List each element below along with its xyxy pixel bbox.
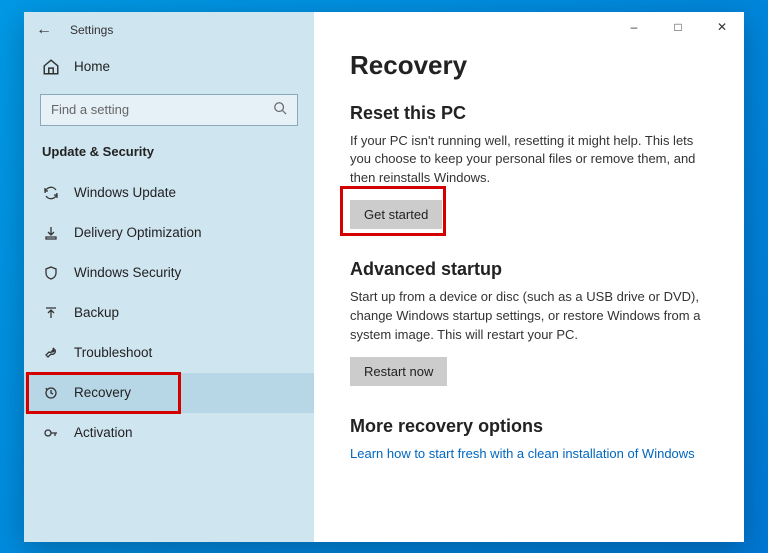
restart-now-button[interactable]: Restart now — [350, 357, 447, 386]
reset-description: If your PC isn't running well, resetting… — [350, 132, 716, 189]
maximize-button[interactable]: □ — [656, 12, 700, 42]
sidebar-item-backup[interactable]: Backup — [24, 293, 314, 333]
nav-label: Delivery Optimization — [74, 225, 202, 240]
advanced-section: Advanced startup Start up from a device … — [350, 259, 716, 386]
app-title: Settings — [70, 23, 113, 37]
titlebar: ← Settings — [24, 12, 314, 48]
nav-label: Troubleshoot — [74, 345, 152, 360]
advanced-description: Start up from a device or disc (such as … — [350, 288, 716, 345]
fresh-install-link[interactable]: Learn how to start fresh with a clean in… — [350, 446, 695, 461]
more-heading: More recovery options — [350, 416, 716, 437]
sidebar: ← Settings Home Find a setting Update & … — [24, 12, 314, 542]
nav-label: Backup — [74, 305, 119, 320]
category-title: Update & Security — [24, 140, 314, 173]
sidebar-item-delivery-optimization[interactable]: Delivery Optimization — [24, 213, 314, 253]
sidebar-item-windows-security[interactable]: Windows Security — [24, 253, 314, 293]
sidebar-item-windows-update[interactable]: Windows Update — [24, 173, 314, 213]
get-started-button[interactable]: Get started — [350, 200, 442, 229]
nav-label: Recovery — [74, 385, 131, 400]
shield-icon — [42, 265, 60, 281]
reset-heading: Reset this PC — [350, 103, 716, 124]
download-icon — [42, 225, 60, 241]
nav-label: Windows Security — [74, 265, 181, 280]
home-nav[interactable]: Home — [24, 48, 314, 86]
sidebar-item-activation[interactable]: Activation — [24, 413, 314, 453]
window-controls: – □ ✕ — [612, 12, 744, 42]
nav-label: Activation — [74, 425, 133, 440]
wrench-icon — [42, 345, 60, 361]
settings-window: ← Settings Home Find a setting Update & … — [24, 12, 744, 542]
search-icon — [273, 101, 287, 118]
backup-icon — [42, 305, 60, 321]
search-input[interactable]: Find a setting — [40, 94, 298, 126]
close-button[interactable]: ✕ — [700, 12, 744, 42]
sidebar-item-troubleshoot[interactable]: Troubleshoot — [24, 333, 314, 373]
home-label: Home — [74, 59, 110, 74]
home-icon — [42, 58, 60, 76]
sync-icon — [42, 185, 60, 201]
main-content: – □ ✕ Recovery Reset this PC If your PC … — [314, 12, 744, 542]
recovery-icon — [42, 385, 60, 401]
sidebar-item-recovery[interactable]: Recovery — [24, 373, 314, 413]
nav-label: Windows Update — [74, 185, 176, 200]
key-icon — [42, 425, 60, 441]
search-placeholder: Find a setting — [51, 102, 129, 117]
back-button[interactable]: ← — [36, 21, 52, 39]
page-title: Recovery — [350, 50, 716, 81]
advanced-heading: Advanced startup — [350, 259, 716, 280]
nav-list: Windows Update Delivery Optimization Win… — [24, 173, 314, 453]
minimize-button[interactable]: – — [612, 12, 656, 42]
more-section: More recovery options Learn how to start… — [350, 416, 716, 463]
reset-section: Reset this PC If your PC isn't running w… — [350, 103, 716, 230]
